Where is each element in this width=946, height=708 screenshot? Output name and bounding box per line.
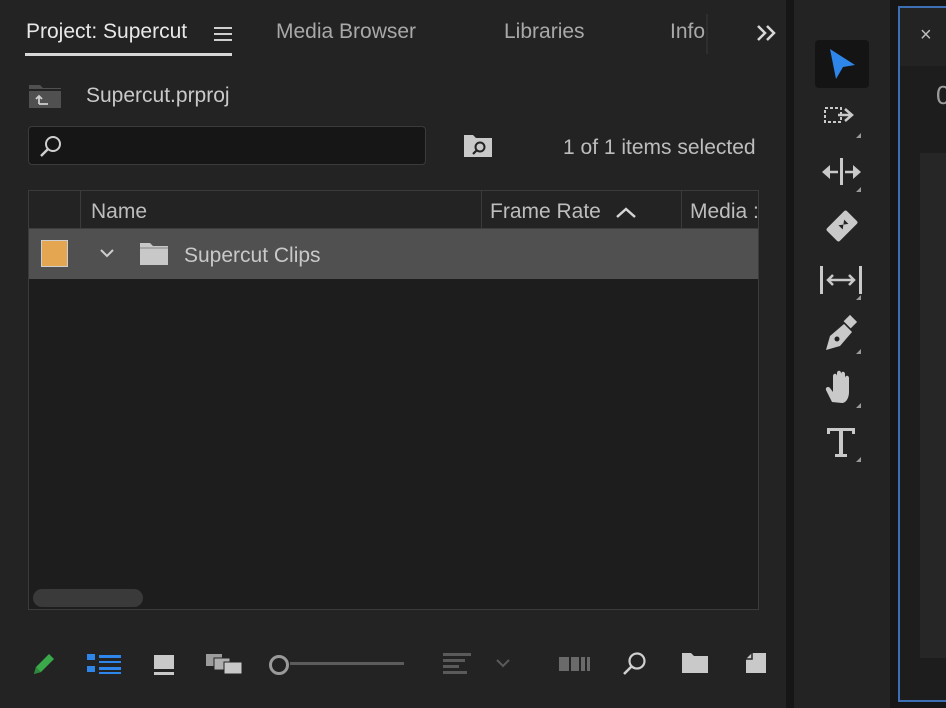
tab-project[interactable]: Project: Supercut <box>26 20 187 44</box>
bin-name[interactable]: Supercut Clips <box>184 244 321 268</box>
find-icon[interactable] <box>622 651 648 675</box>
new-item-icon[interactable] <box>745 652 767 674</box>
chevron-down-icon[interactable] <box>495 658 511 668</box>
find-in-bin-icon[interactable] <box>463 134 493 158</box>
horizontal-scrollbar[interactable] <box>33 589 143 607</box>
search-input[interactable] <box>28 126 426 165</box>
timeline-track-area[interactable] <box>920 153 946 658</box>
double-chevron-right-icon[interactable] <box>756 24 778 42</box>
close-icon[interactable]: × <box>920 24 932 47</box>
automate-to-sequence-icon[interactable] <box>559 655 591 673</box>
razor-tool-icon[interactable] <box>818 204 866 248</box>
track-select-forward-tool-icon[interactable] <box>818 96 866 140</box>
pen-tool-icon[interactable] <box>818 312 866 356</box>
parent-bin-icon[interactable] <box>28 83 62 109</box>
tab-info[interactable]: Info <box>670 20 705 44</box>
folder-icon <box>139 242 169 266</box>
panel-menu-icon[interactable] <box>214 26 232 42</box>
sort-ascending-icon[interactable] <box>615 206 637 219</box>
column-divider[interactable] <box>80 191 81 229</box>
zoom-slider-track[interactable] <box>290 662 404 665</box>
tab-overflow-divider <box>706 14 708 54</box>
tab-libraries[interactable]: Libraries <box>504 20 585 44</box>
column-divider[interactable] <box>481 191 482 229</box>
zoom-slider-handle[interactable] <box>269 655 289 675</box>
column-header-frame-rate[interactable]: Frame Rate <box>490 200 601 224</box>
column-header-media[interactable]: Media : <box>690 200 758 224</box>
timecode-display[interactable]: 0 <box>936 80 946 111</box>
project-file-name: Supercut.prproj <box>86 84 230 107</box>
hand-tool-icon[interactable] <box>818 366 866 410</box>
project-list-view[interactable]: Name Frame Rate Media : Supercut Clips <box>28 190 759 610</box>
pencil-icon[interactable] <box>30 650 58 678</box>
project-panel: Project: Supercut Media Browser Librarie… <box>0 0 786 708</box>
sort-icons-icon[interactable] <box>443 653 473 675</box>
ripple-edit-tool-icon[interactable] <box>818 150 866 194</box>
table-row[interactable]: Supercut Clips <box>29 229 758 279</box>
selection-status: 1 of 1 items selected <box>563 136 756 159</box>
icon-view-icon[interactable] <box>153 654 175 676</box>
tab-media-browser[interactable]: Media Browser <box>276 20 416 44</box>
list-view-icon[interactable] <box>87 654 121 674</box>
new-bin-icon[interactable] <box>681 652 709 674</box>
type-tool-icon[interactable] <box>818 420 866 464</box>
tools-panel <box>794 0 890 708</box>
column-header-name[interactable]: Name <box>91 200 147 224</box>
label-color-swatch[interactable] <box>41 240 68 267</box>
column-divider[interactable] <box>681 191 682 229</box>
panel-header: × <box>900 8 946 66</box>
freeform-view-icon[interactable] <box>205 653 243 675</box>
list-header: Name Frame Rate Media : <box>29 191 758 229</box>
active-tab-indicator <box>25 53 232 56</box>
chevron-down-icon[interactable] <box>99 248 115 258</box>
selection-tool-icon[interactable] <box>818 42 866 86</box>
search-icon <box>39 135 63 157</box>
timeline-panel[interactable]: × 0 <box>898 6 946 702</box>
slip-tool-icon[interactable] <box>818 258 866 302</box>
